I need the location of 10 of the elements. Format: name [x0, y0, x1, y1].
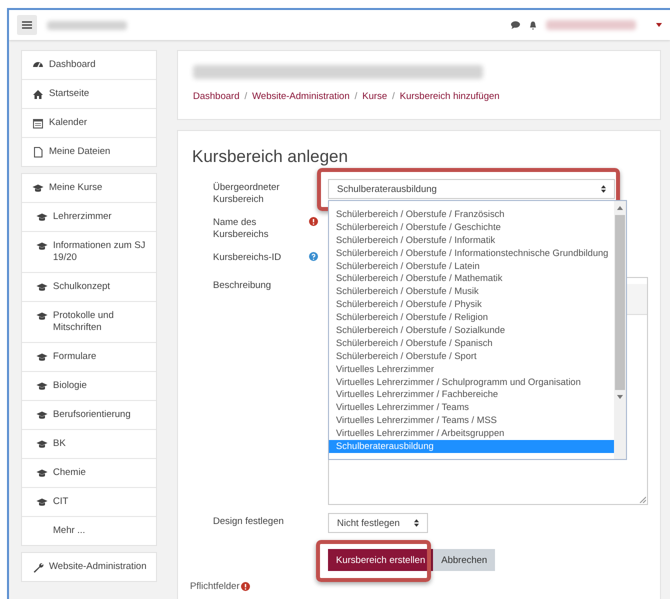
field-label: Design festlegen: [213, 516, 285, 529]
field-label: Beschreibung: [213, 280, 272, 293]
breadcrumb-separator: /: [244, 91, 248, 102]
field-label: Name des Kursbereichs: [213, 217, 270, 241]
field-label: Kursbereichs-ID: [213, 252, 282, 265]
breadcrumb-separator: /: [354, 91, 358, 102]
form-title: Kursbereich anlegen: [192, 147, 349, 167]
field-label: Übergeordneter Kursbereich: [213, 182, 281, 206]
required-fields-note: Pflichtfelder: [190, 581, 240, 592]
breadcrumb-separator: /: [392, 91, 395, 102]
